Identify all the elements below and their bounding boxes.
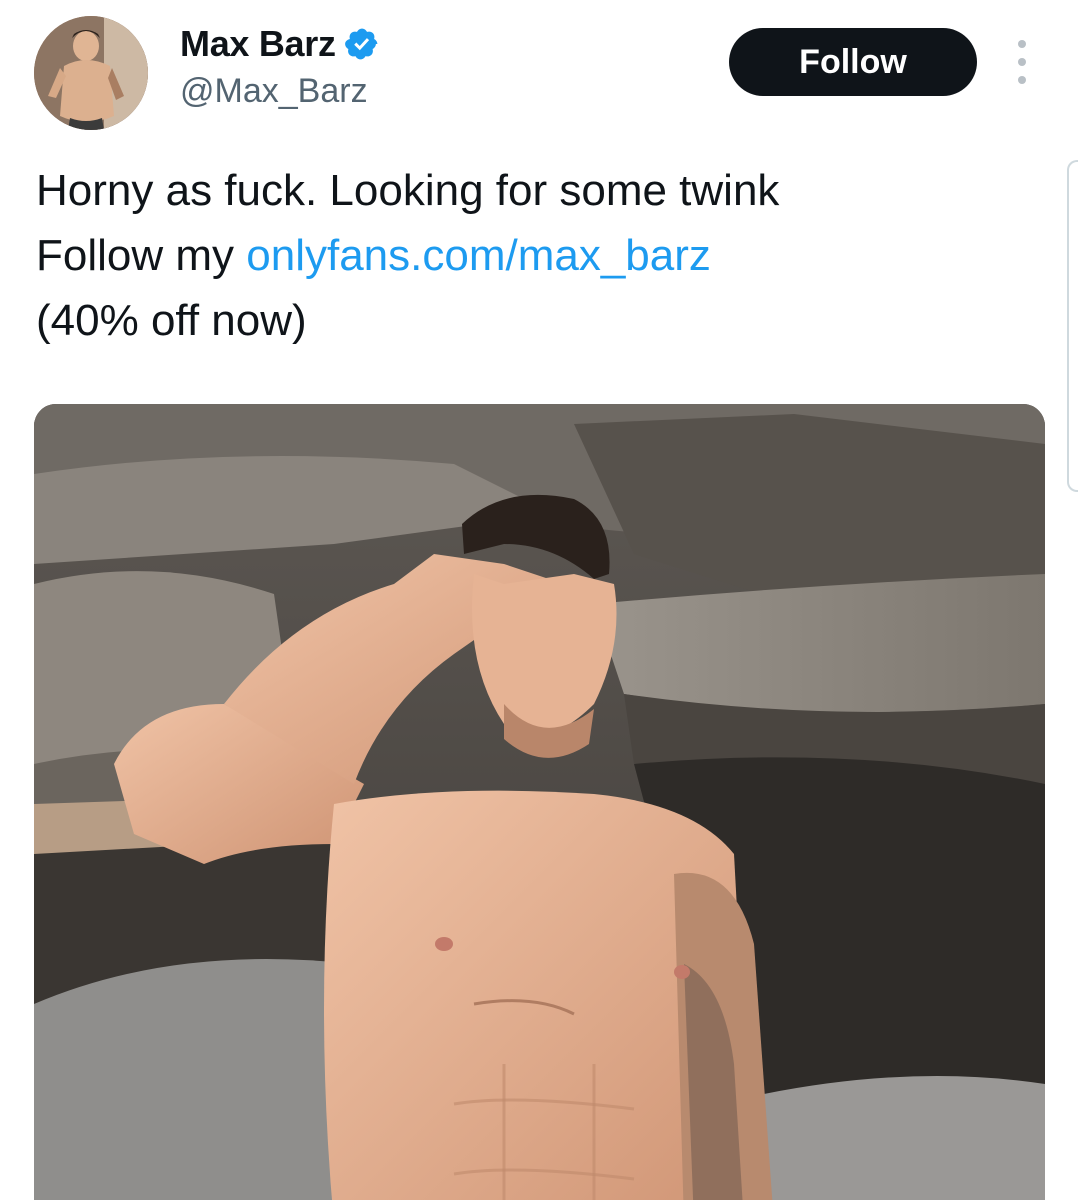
more-dot	[1018, 76, 1026, 84]
side-panel-edge	[1067, 160, 1078, 492]
more-dot	[1018, 40, 1026, 48]
more-options-icon[interactable]	[1010, 40, 1034, 84]
author-handle[interactable]: @Max_Barz	[180, 72, 380, 111]
author-display-name[interactable]: Max Barz	[180, 23, 336, 65]
tweet-photo[interactable]	[34, 404, 1045, 1200]
tweet-link[interactable]: onlyfans.com/max_barz	[246, 231, 711, 280]
tweet-text: Horny as fuck. Looking for some twink Fo…	[36, 158, 1036, 353]
tweet-text-line-3: (40% off now)	[36, 296, 307, 345]
author-info: Max Barz @Max_Barz	[180, 22, 380, 111]
tweet-text-line-2: Follow my onlyfans.com/max_barz	[36, 223, 1036, 288]
follow-button[interactable]: Follow	[729, 28, 977, 96]
tweet-text-line-1: Horny as fuck. Looking for some twink	[36, 166, 780, 215]
display-name-row: Max Barz	[180, 22, 380, 66]
more-dot	[1018, 58, 1026, 66]
tweet-card: Max Barz @Max_Barz Follow Horny as fuck.…	[0, 0, 1078, 1200]
tweet-text-prefix: Follow my	[36, 231, 247, 280]
verified-badge-icon	[344, 26, 380, 62]
author-avatar[interactable]	[34, 16, 148, 130]
